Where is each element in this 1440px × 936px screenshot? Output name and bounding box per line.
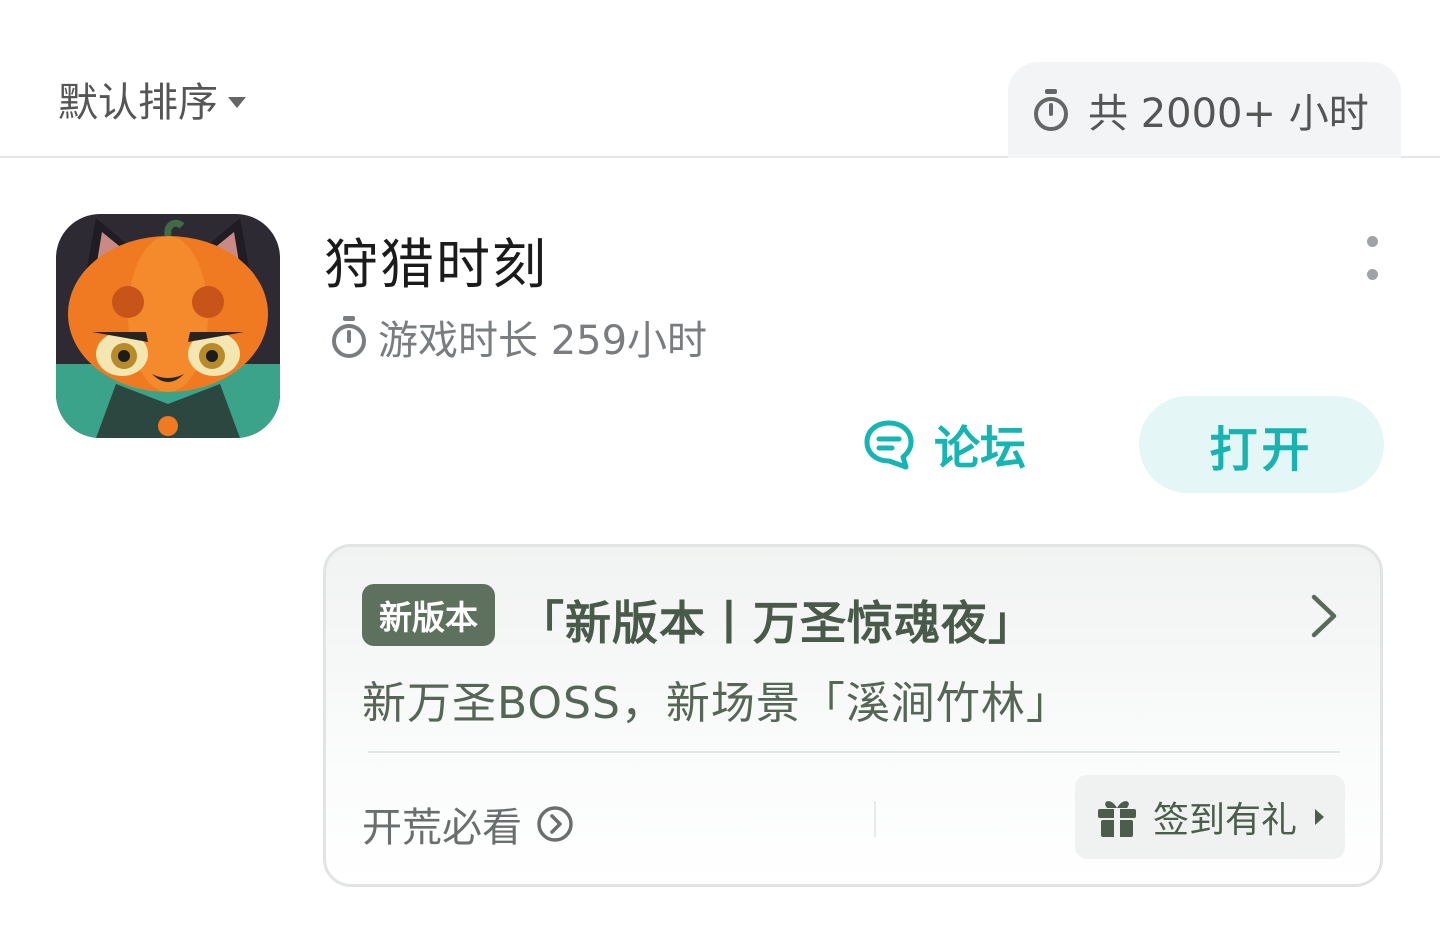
- playtime-label: 游戏时长 259小时: [378, 318, 708, 364]
- game-card: 狩猎时刻 游戏时长 259小时 论坛 打开 新版本 「新版本丨万圣惊魂夜」 新万…: [0, 158, 1440, 936]
- vertical-divider: [874, 801, 876, 837]
- chevron-right-icon[interactable]: [1306, 591, 1340, 641]
- total-hours-box: 共 2000+ 小时: [1008, 62, 1401, 158]
- caret-right-icon: [1315, 809, 1325, 825]
- forum-button[interactable]: 论坛: [862, 412, 1026, 478]
- guide-link[interactable]: 开荒必看: [362, 795, 574, 853]
- game-title[interactable]: 狩猎时刻: [324, 220, 548, 299]
- game-icon[interactable]: [56, 214, 280, 438]
- playtime-row: 游戏时长 259小时: [330, 308, 707, 366]
- divider: [368, 751, 1340, 753]
- sort-label: 默认排序: [58, 80, 218, 126]
- guide-label: 开荒必看: [362, 805, 522, 851]
- stopwatch-icon: [332, 316, 366, 358]
- total-hours-label: 共 2000+ 小时: [1088, 91, 1369, 137]
- gift-icon: [1098, 801, 1136, 837]
- open-button[interactable]: 打开: [1139, 396, 1384, 493]
- pumpkin-cat-icon: [56, 214, 280, 438]
- more-vertical-icon[interactable]: [1360, 236, 1384, 280]
- stopwatch-icon: [1034, 89, 1068, 131]
- news-title: 「新版本丨万圣惊魂夜」: [518, 596, 1035, 650]
- chat-bubble-icon: [864, 420, 914, 470]
- news-card[interactable]: 新版本 「新版本丨万圣惊魂夜」 新万圣BOSS，新场景「溪涧竹林」 开荒必看 签…: [323, 544, 1383, 887]
- circle-chevron-right-icon: [537, 806, 573, 842]
- new-version-badge: 新版本: [362, 584, 495, 646]
- checkin-label: 签到有礼: [1153, 800, 1298, 841]
- chevron-down-icon: [228, 96, 246, 108]
- sort-dropdown[interactable]: 默认排序: [58, 70, 246, 128]
- list-header: 默认排序 共 2000+ 小时: [0, 0, 1440, 158]
- forum-label: 论坛: [934, 421, 1026, 475]
- checkin-button[interactable]: 签到有礼: [1075, 775, 1345, 859]
- news-subtitle: 新万圣BOSS，新场景「溪涧竹林」: [362, 678, 1071, 729]
